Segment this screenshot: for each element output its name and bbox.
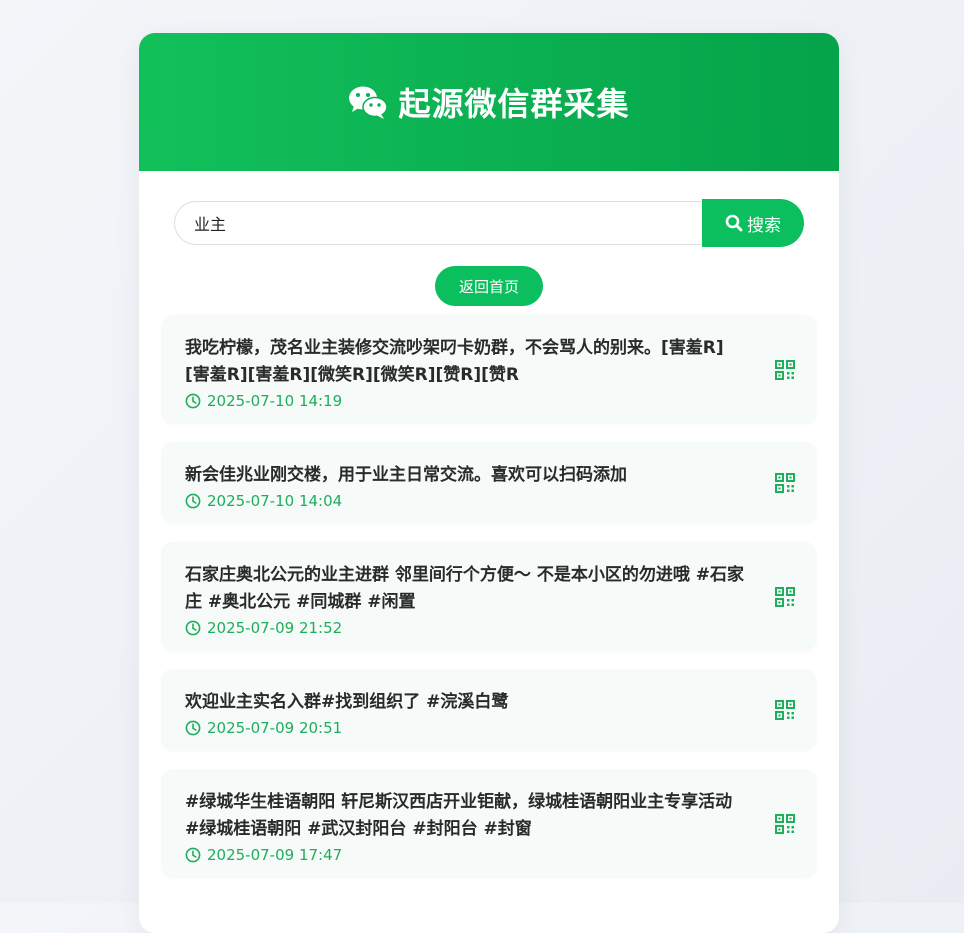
list-item[interactable]: 新会佳兆业刚交楼，用于业主日常交流。喜欢可以扫码添加 2025-07-10 14… xyxy=(161,442,817,524)
clock-icon xyxy=(185,720,201,736)
search-icon xyxy=(725,214,743,232)
clock-icon xyxy=(185,847,201,863)
qrcode-icon[interactable] xyxy=(775,359,795,380)
search-input[interactable] xyxy=(174,201,702,245)
page-header: 起源微信群采集 xyxy=(139,33,839,171)
item-title: 我吃柠檬，茂名业主装修交流吵架叼卡奶群，不会骂人的别来。[害羞R][害羞R][害… xyxy=(185,338,724,385)
clock-icon xyxy=(185,393,201,409)
list-item[interactable]: 欢迎业主实名入群#找到组织了 #浣溪白鹭 2025-07-09 20:51 xyxy=(161,669,817,751)
search-bar: 搜索 xyxy=(174,199,804,247)
list-item[interactable]: #绿城华生桂语朝阳 轩尼斯汉西店开业钜献，绿城桂语朝阳业主专享活动 #绿城桂语朝… xyxy=(161,769,817,878)
item-time: 2025-07-09 20:51 xyxy=(185,719,747,737)
result-list: 我吃柠檬，茂名业主装修交流吵架叼卡奶群，不会骂人的别来。[害羞R][害羞R][害… xyxy=(161,315,817,896)
item-time: 2025-07-09 21:52 xyxy=(185,619,747,637)
wechat-icon xyxy=(349,86,389,119)
item-time-label: 2025-07-10 14:19 xyxy=(207,392,343,410)
item-time: 2025-07-09 17:47 xyxy=(185,846,747,864)
qrcode-icon[interactable] xyxy=(775,700,795,720)
page-title: 起源微信群采集 xyxy=(398,85,630,123)
list-item[interactable]: 我吃柠檬，茂名业主装修交流吵架叼卡奶群，不会骂人的别来。[害羞R][害羞R][害… xyxy=(161,315,817,424)
item-title: 新会佳兆业刚交楼，用于业主日常交流。喜欢可以扫码添加 xyxy=(185,465,627,485)
list-item[interactable]: 石家庄奥北公元的业主进群 邻里间行个方便～ 不是本小区的勿进哦 #石家庄 #奥北… xyxy=(161,542,817,651)
clock-icon xyxy=(185,493,201,509)
item-title: 欢迎业主实名入群#找到组织了 #浣溪白鹭 xyxy=(185,692,509,712)
home-button[interactable]: 返回首页 xyxy=(435,266,543,306)
qrcode-icon[interactable] xyxy=(775,473,795,493)
qrcode-icon[interactable] xyxy=(775,586,795,607)
item-time: 2025-07-10 14:04 xyxy=(185,492,747,510)
item-title: #绿城华生桂语朝阳 轩尼斯汉西店开业钜献，绿城桂语朝阳业主专享活动 #绿城桂语朝… xyxy=(185,792,733,839)
item-title: 石家庄奥北公元的业主进群 邻里间行个方便～ 不是本小区的勿进哦 #石家庄 #奥北… xyxy=(185,565,744,612)
item-time-label: 2025-07-10 14:04 xyxy=(207,492,343,510)
qrcode-icon[interactable] xyxy=(775,813,795,834)
main-card: 起源微信群采集 搜索 返回首页 我吃柠檬，茂名业主装修交流吵架叼卡奶群，不会骂人… xyxy=(139,33,839,933)
item-time: 2025-07-10 14:19 xyxy=(185,392,747,410)
item-time-label: 2025-07-09 17:47 xyxy=(207,846,343,864)
search-button[interactable]: 搜索 xyxy=(702,199,804,247)
clock-icon xyxy=(185,620,201,636)
search-button-label: 搜索 xyxy=(747,215,781,236)
item-time-label: 2025-07-09 21:52 xyxy=(207,619,343,637)
item-time-label: 2025-07-09 20:51 xyxy=(207,719,343,737)
